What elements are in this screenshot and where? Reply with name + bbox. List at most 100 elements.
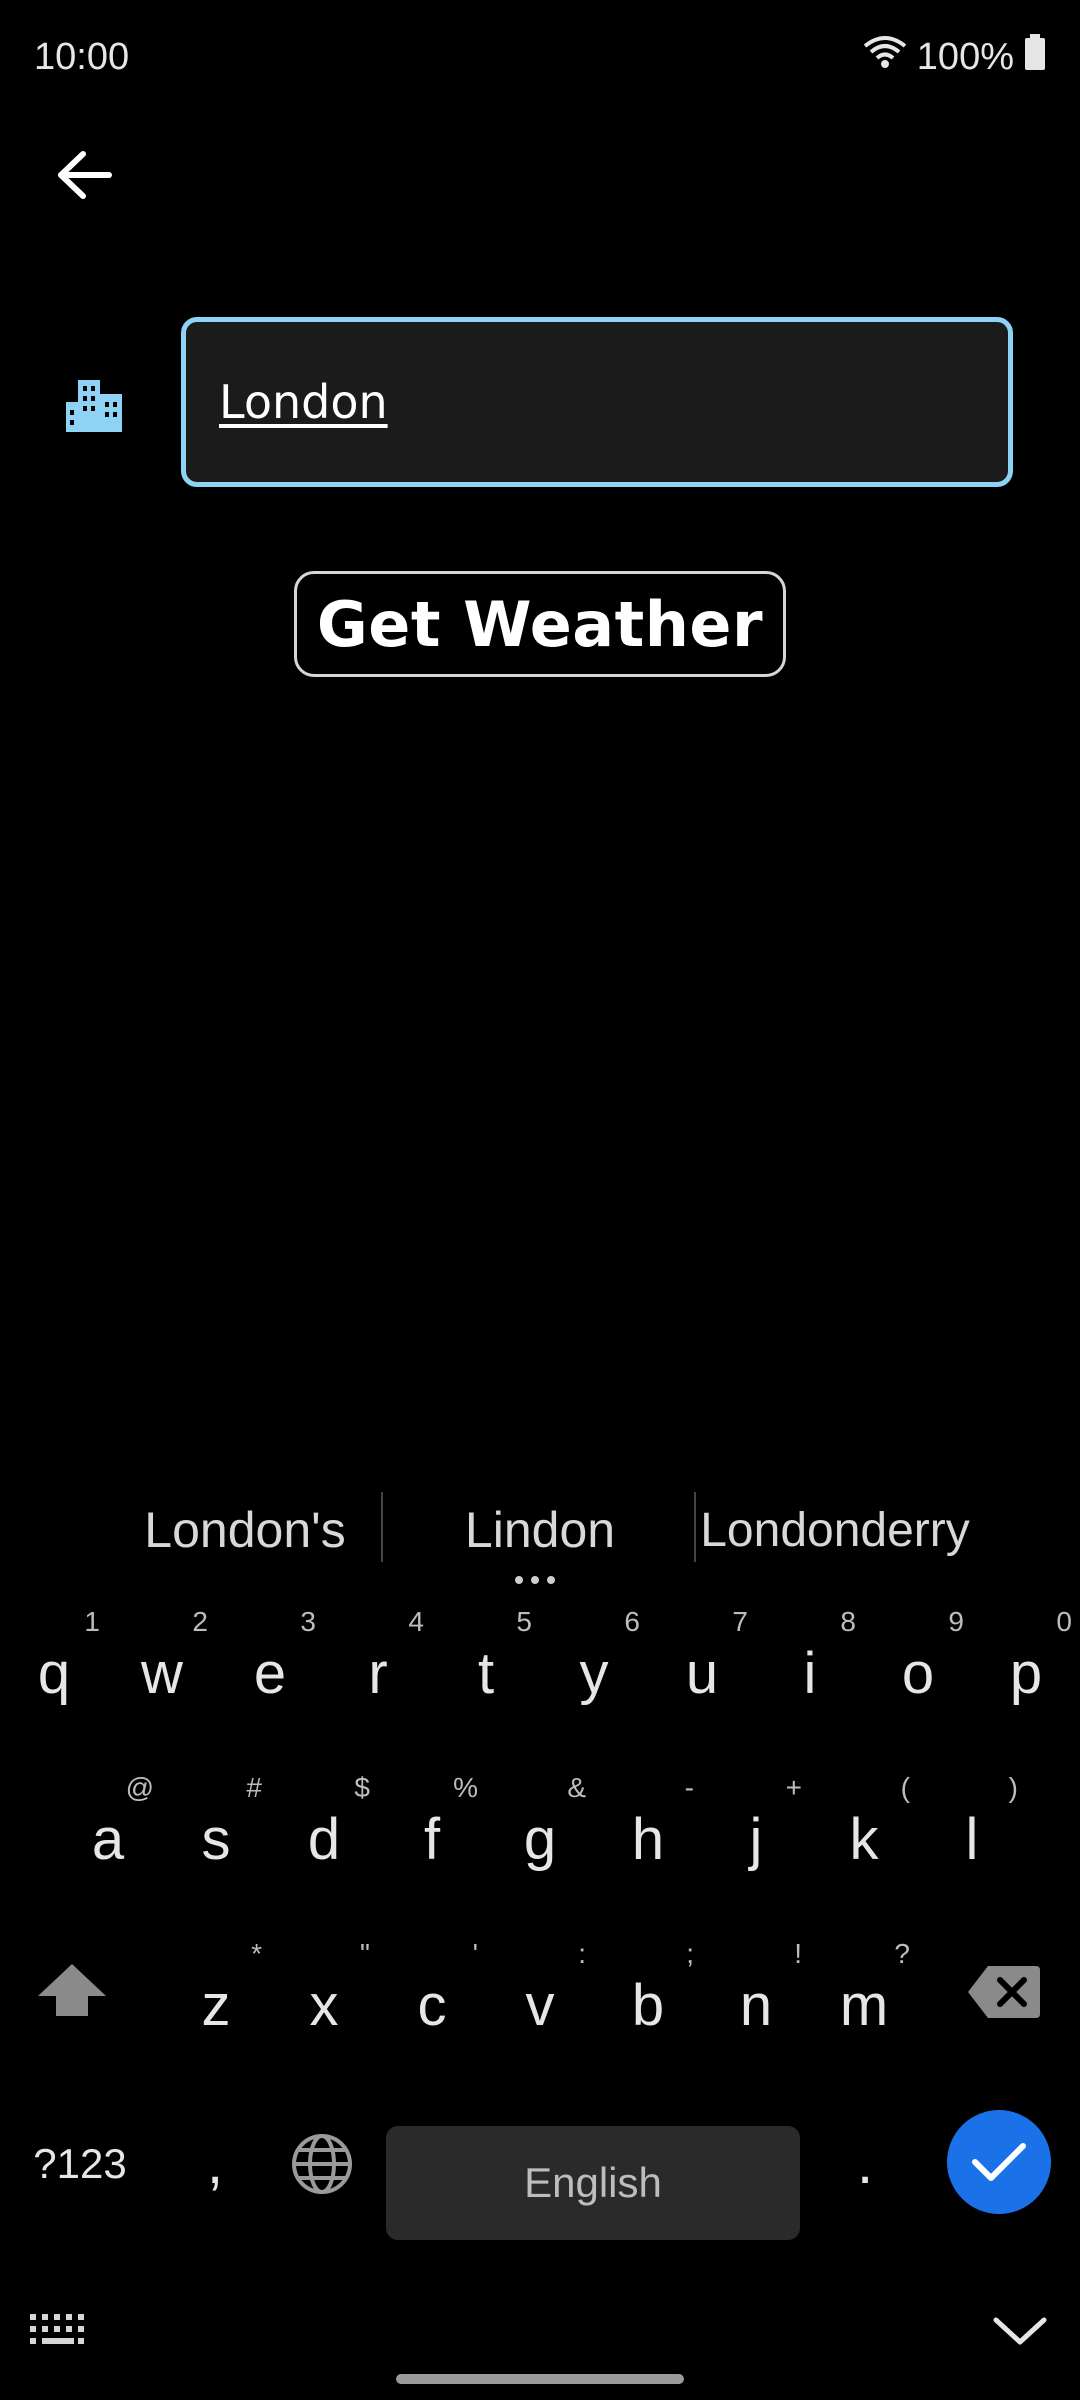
key-label: z xyxy=(201,1973,231,2038)
key-s[interactable]: # s xyxy=(162,1772,270,1892)
key-hint: ' xyxy=(472,1938,478,1969)
check-icon xyxy=(972,2143,1026,2181)
gesture-nav-handle[interactable] xyxy=(396,2374,684,2384)
key-g[interactable]: & g xyxy=(486,1772,594,1892)
key-e[interactable]: 3e xyxy=(216,1606,324,1726)
key-v[interactable]: :v xyxy=(486,1938,594,2058)
backspace-key[interactable] xyxy=(966,1964,1042,2024)
globe-icon xyxy=(292,2134,352,2194)
key-label: n xyxy=(739,1973,773,2038)
key-hint: 4 xyxy=(408,1606,424,1637)
key-p[interactable]: 0p xyxy=(972,1606,1080,1726)
symbols-key[interactable]: ?123 xyxy=(20,2140,140,2220)
city-input[interactable]: London xyxy=(181,317,1013,487)
key-label: c xyxy=(417,1973,447,2038)
get-weather-button[interactable]: Get Weather xyxy=(294,571,786,677)
key-label: a xyxy=(91,1807,125,1872)
key-x[interactable]: " x xyxy=(270,1938,378,2058)
key-f[interactable]: % f xyxy=(378,1772,486,1892)
key-w[interactable]: 2w xyxy=(108,1606,216,1726)
key-label: w xyxy=(141,1641,183,1706)
key-n[interactable]: ! n xyxy=(702,1938,810,2058)
key-hint: " xyxy=(360,1938,370,1969)
backspace-icon xyxy=(968,1966,1040,2018)
key-hint: % xyxy=(453,1772,478,1803)
shift-icon xyxy=(38,1964,106,2016)
enter-key[interactable] xyxy=(947,2110,1051,2214)
key-hint: ? xyxy=(894,1938,910,1969)
chevron-down-icon xyxy=(993,2317,1047,2345)
key-j[interactable]: + j xyxy=(702,1772,810,1892)
back-button[interactable] xyxy=(50,140,120,210)
key-label: t xyxy=(477,1641,495,1706)
globe-key[interactable] xyxy=(290,2132,354,2196)
key-c[interactable]: ' c xyxy=(378,1938,486,2058)
key-y[interactable]: 6y xyxy=(540,1606,648,1726)
period-key[interactable]: . xyxy=(840,2130,890,2210)
key-hint: ; xyxy=(686,1938,694,1969)
suggestion-divider xyxy=(694,1492,696,1562)
key-hint: 8 xyxy=(840,1606,856,1637)
key-hint: 7 xyxy=(732,1606,748,1637)
key-label: b xyxy=(631,1973,665,2038)
key-hint: 1 xyxy=(84,1606,100,1637)
keyboard-icon[interactable] xyxy=(28,2310,92,2350)
key-label: q xyxy=(37,1641,71,1706)
key-label: g xyxy=(523,1807,557,1872)
key-o[interactable]: 9o xyxy=(864,1606,972,1726)
key-label: d xyxy=(307,1807,341,1872)
key-k[interactable]: (k xyxy=(810,1772,918,1892)
arrow-left-icon xyxy=(58,151,112,199)
more-suggestions-icon[interactable] xyxy=(515,1576,555,1584)
key-label: i xyxy=(803,1641,817,1706)
key-b[interactable]: ; b xyxy=(594,1938,702,2058)
key-hint: ) xyxy=(1008,1772,1018,1803)
key-label: j xyxy=(749,1807,763,1872)
city-buildings-icon xyxy=(64,372,124,432)
key-hint: 3 xyxy=(300,1606,316,1637)
suggestion-divider xyxy=(381,1492,383,1562)
key-d[interactable]: $ d xyxy=(270,1772,378,1892)
key-label: s xyxy=(201,1807,231,1872)
key-q[interactable]: 1q xyxy=(0,1606,108,1726)
suggestion-3[interactable]: Londonderry xyxy=(700,1490,970,1570)
status-icons: 100% xyxy=(863,34,1046,80)
key-h[interactable]: -h xyxy=(594,1772,702,1892)
key-m[interactable]: ? m xyxy=(810,1938,918,2058)
key-hint: + xyxy=(785,1772,802,1803)
battery-percent: 100% xyxy=(916,35,1014,78)
key-hint: # xyxy=(246,1772,262,1803)
key-label: p xyxy=(1009,1641,1043,1706)
suggestion-1[interactable]: London's xyxy=(110,1490,380,1570)
key-hint: & xyxy=(567,1772,586,1803)
key-hint: $ xyxy=(354,1772,370,1803)
key-t[interactable]: 5t xyxy=(432,1606,540,1726)
space-key[interactable]: English xyxy=(386,2126,800,2240)
hide-keyboard-button[interactable] xyxy=(990,2310,1050,2350)
city-input-value: London xyxy=(219,375,388,429)
key-hint: @ xyxy=(125,1772,154,1803)
shift-key[interactable] xyxy=(34,1960,110,2036)
key-hint: 5 xyxy=(516,1606,532,1637)
key-label: v xyxy=(525,1973,555,2038)
key-label: u xyxy=(685,1641,719,1706)
key-z[interactable]: * z xyxy=(162,1938,270,2058)
key-hint: : xyxy=(578,1938,586,1969)
key-label: r xyxy=(368,1641,388,1706)
key-i[interactable]: 8i xyxy=(756,1606,864,1726)
key-a[interactable]: @ a xyxy=(54,1772,162,1892)
wifi-icon xyxy=(863,34,907,80)
key-hint: 0 xyxy=(1056,1606,1072,1637)
comma-key[interactable]: , xyxy=(190,2130,240,2210)
key-u[interactable]: 7u xyxy=(648,1606,756,1726)
key-label: x xyxy=(309,1973,339,2038)
key-hint: ! xyxy=(794,1938,802,1969)
status-time: 10:00 xyxy=(34,36,130,78)
key-l[interactable]: ) l xyxy=(918,1772,1026,1892)
key-label: l xyxy=(965,1807,979,1872)
suggestion-2[interactable]: Lindon xyxy=(395,1490,685,1570)
key-label: k xyxy=(849,1807,879,1872)
key-label: e xyxy=(253,1641,287,1706)
key-label: f xyxy=(423,1807,441,1872)
key-r[interactable]: 4r xyxy=(324,1606,432,1726)
